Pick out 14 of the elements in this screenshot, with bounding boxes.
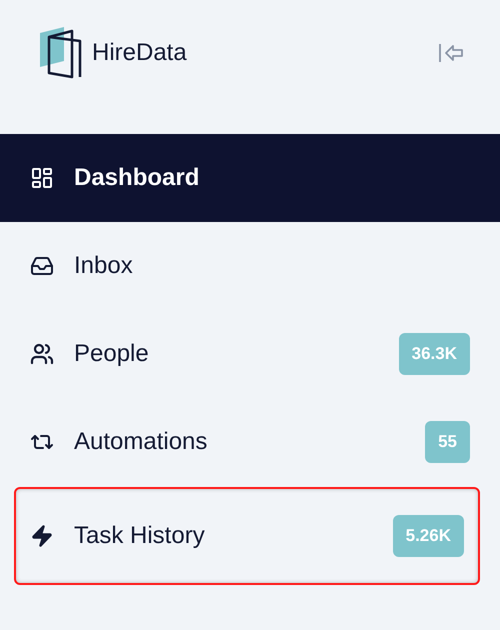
nav-item[interactable]: Inbox	[0, 222, 500, 310]
logo-icon	[40, 27, 82, 79]
dashboard-icon	[30, 166, 54, 190]
lightning-icon	[30, 524, 54, 548]
people-icon	[30, 342, 54, 366]
nav-item[interactable]: Automations 55	[0, 398, 500, 486]
inbox-icon	[30, 254, 54, 278]
count-badge: 55	[425, 421, 470, 463]
count-badge: 5.26K	[392, 515, 464, 557]
brand-name: HireData	[92, 38, 187, 68]
nav-item[interactable]: Dashboard	[0, 134, 500, 222]
nav-item[interactable]: Task History 5.26K	[14, 487, 480, 585]
nav-item[interactable]: People 36.3K	[0, 310, 500, 398]
count-badge: 36.3K	[398, 333, 470, 375]
